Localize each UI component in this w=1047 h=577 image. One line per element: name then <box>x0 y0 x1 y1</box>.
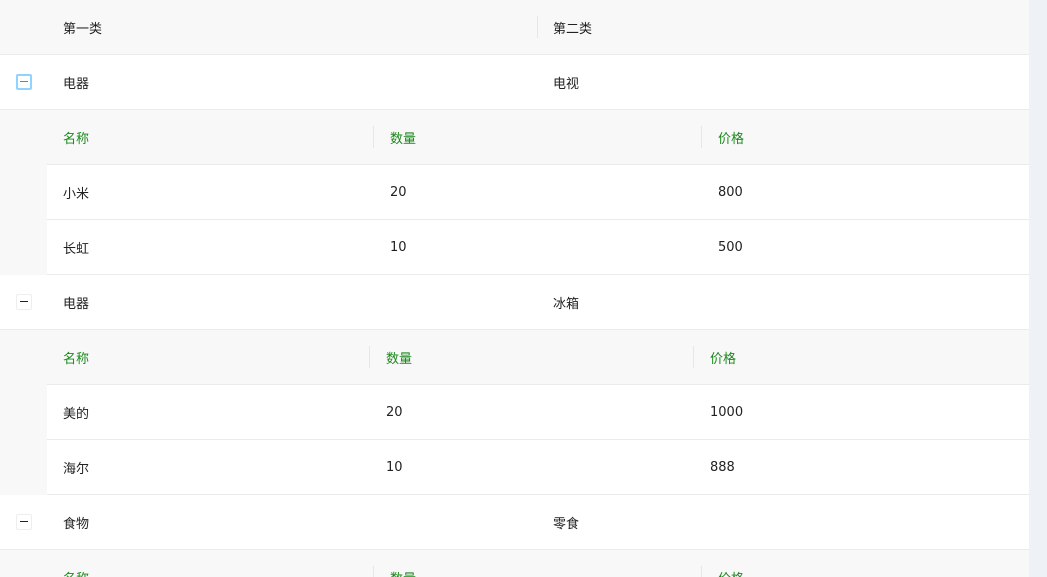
header-col1: 第一类 <box>63 21 103 37</box>
cell-price: 500 <box>718 239 743 255</box>
nested-header-name: 名称 <box>63 351 90 367</box>
cell-qty: 10 <box>386 459 403 475</box>
nested-header-price: 价格 <box>718 131 745 147</box>
nested-header-qty: 数量 <box>390 131 417 147</box>
cell-qty: 10 <box>390 239 407 255</box>
nested-table: 名称 数量 价格 美的 20 1000 海尔 10 888 <box>0 330 1029 495</box>
table-row: 电器 冰箱 <box>0 275 1029 330</box>
column-divider[interactable] <box>537 16 538 38</box>
table-row: 电器 电视 <box>0 55 1029 110</box>
cell-cat2: 冰箱 <box>553 296 580 312</box>
nested-row: 美的 20 1000 <box>47 385 1029 440</box>
cell-qty: 20 <box>390 184 407 200</box>
table-header: 第一类 第二类 <box>0 0 1029 55</box>
nested-header-qty: 数量 <box>386 351 413 367</box>
cell-qty: 20 <box>386 404 403 420</box>
nested-header: 名称 数量 价格 <box>47 110 1029 165</box>
nested-header-price: 价格 <box>710 351 737 367</box>
cell-cat2: 零食 <box>553 516 580 532</box>
cell-name: 海尔 <box>63 461 90 477</box>
scrollbar-track[interactable] <box>1029 0 1047 577</box>
cell-name: 美的 <box>63 406 90 422</box>
data-table: 第一类 第二类 电器 电视 名称 数量 价格 小米 20 800 长虹 10 5… <box>0 0 1029 577</box>
collapse-toggle-icon[interactable] <box>15 514 32 530</box>
nested-row: 小米 20 800 <box>47 165 1029 220</box>
nested-row: 长虹 10 500 <box>47 220 1029 275</box>
collapse-toggle-icon[interactable] <box>15 294 32 310</box>
cell-price: 888 <box>710 459 735 475</box>
cell-cat1: 食物 <box>63 516 90 532</box>
nested-header: 名称 数量 价格 <box>47 330 1029 385</box>
cell-price: 800 <box>718 184 743 200</box>
nested-row: 海尔 10 888 <box>47 440 1029 495</box>
cell-cat1: 电器 <box>63 296 90 312</box>
cell-name: 长虹 <box>63 241 90 257</box>
cell-cat2: 电视 <box>553 76 580 92</box>
nested-header-price: 价格 <box>702 568 744 577</box>
header-col2: 第二类 <box>553 21 593 37</box>
nested-header-name: 名称 <box>47 568 374 577</box>
collapse-toggle-icon[interactable] <box>15 74 32 90</box>
nested-table: 名称 数量 价格 小米 20 800 长虹 10 500 <box>0 110 1029 275</box>
cell-price: 1000 <box>710 404 744 420</box>
nested-table: 名称 数量 价格 <box>0 550 1029 577</box>
table-row: 食物 零食 <box>0 495 1029 550</box>
cell-cat1: 电器 <box>63 76 90 92</box>
cell-name: 小米 <box>63 186 90 202</box>
nested-header-name: 名称 <box>63 131 90 147</box>
nested-header-qty: 数量 <box>374 568 702 577</box>
nested-header: 名称 数量 价格 <box>47 550 1029 577</box>
